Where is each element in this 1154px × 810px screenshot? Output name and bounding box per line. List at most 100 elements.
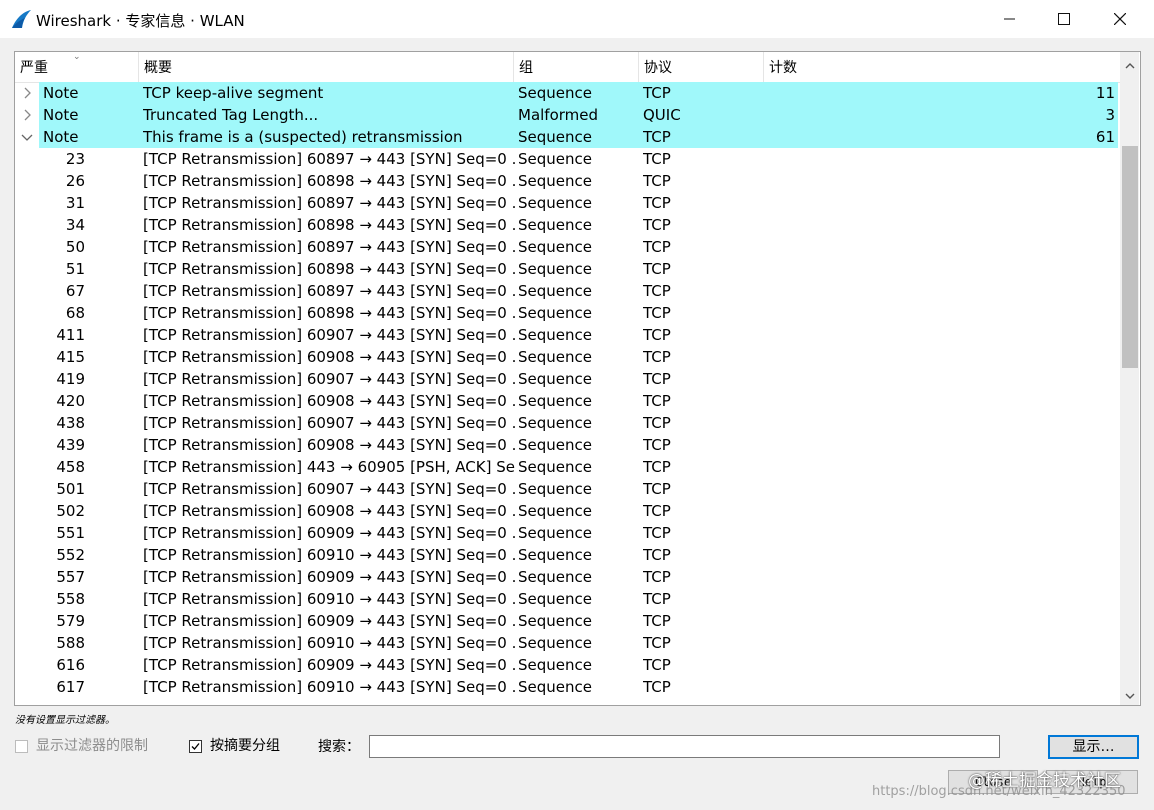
protocol-cell: TCP	[643, 84, 671, 102]
column-header: ⌄ 严重 概要 组 协议 计数	[15, 52, 1120, 83]
packet-row[interactable]: 68 [TCP Retransmission] 60898 → 443 [SYN]…	[15, 302, 1120, 324]
scroll-up-icon[interactable]	[1124, 57, 1136, 69]
packet-number-cell: 26	[65, 172, 85, 190]
protocol-cell: TCP	[643, 590, 671, 608]
expand-chevron-icon[interactable]	[21, 82, 35, 104]
group-row[interactable]: Note This frame is a (suspected) retransm…	[15, 126, 1120, 148]
protocol-cell: TCP	[643, 172, 671, 190]
packet-row[interactable]: 420 [TCP Retransmission] 60908 → 443 [SYN…	[15, 390, 1120, 412]
group-cell: Sequence	[518, 326, 592, 344]
wireshark-fin-icon	[10, 9, 32, 29]
group-by-summary-label: 按摘要分组	[210, 738, 280, 754]
packet-row[interactable]: 67 [TCP Retransmission] 60897 → 443 [SYN]…	[15, 280, 1120, 302]
packet-row[interactable]: 31 [TCP Retransmission] 60897 → 443 [SYN]…	[15, 192, 1120, 214]
severity-cell: Note	[43, 128, 79, 146]
group-cell: Sequence	[518, 348, 592, 366]
severity-cell: Note	[43, 84, 79, 102]
window-title: Wireshark · 专家信息 · WLAN	[36, 12, 245, 30]
search-input[interactable]	[369, 735, 1000, 758]
protocol-cell: TCP	[643, 568, 671, 586]
expert-info-tree[interactable]: ⌄ 严重 概要 组 协议 计数 Note TCP keep-alive segme…	[14, 51, 1141, 706]
group-cell: Sequence	[518, 282, 592, 300]
packet-row[interactable]: 439 [TCP Retransmission] 60908 → 443 [SYN…	[15, 434, 1120, 456]
packet-row[interactable]: 51 [TCP Retransmission] 60898 → 443 [SYN]…	[15, 258, 1120, 280]
scroll-down-icon[interactable]	[1124, 687, 1136, 699]
packet-number-cell: 420	[56, 392, 85, 410]
group-cell: Sequence	[518, 656, 592, 674]
packet-row[interactable]: 588 [TCP Retransmission] 60910 → 443 [SYN…	[15, 632, 1120, 654]
group-cell: Sequence	[518, 480, 592, 498]
summary-cell: [TCP Retransmission] 60909 → 443 [SYN] S…	[143, 568, 515, 586]
column-header-summary[interactable]: 概要	[139, 52, 514, 82]
packet-row[interactable]: 617 [TCP Retransmission] 60910 → 443 [SYN…	[15, 676, 1120, 698]
summary-cell: [TCP Retransmission] 60908 → 443 [SYN] S…	[143, 348, 515, 366]
packet-row[interactable]: 501 [TCP Retransmission] 60907 → 443 [SYN…	[15, 478, 1120, 500]
limit-filter-checkbox[interactable]	[15, 740, 28, 753]
packet-row[interactable]: 34 [TCP Retransmission] 60898 → 443 [SYN]…	[15, 214, 1120, 236]
protocol-cell: TCP	[643, 480, 671, 498]
packet-row[interactable]: 502 [TCP Retransmission] 60908 → 443 [SYN…	[15, 500, 1120, 522]
column-header-count[interactable]: 计数	[764, 52, 1120, 82]
packet-number-cell: 68	[65, 304, 85, 322]
group-cell: Sequence	[518, 524, 592, 542]
packet-number-cell: 616	[56, 656, 85, 674]
packet-row[interactable]: 458 [TCP Retransmission] 443 → 60905 [PSH…	[15, 456, 1120, 478]
summary-cell: [TCP Retransmission] 60910 → 443 [SYN] S…	[143, 678, 515, 696]
summary-cell: [TCP Retransmission] 60908 → 443 [SYN] S…	[143, 436, 515, 454]
group-cell: Sequence	[518, 634, 592, 652]
packet-number-cell: 34	[65, 216, 85, 234]
summary-cell: [TCP Retransmission] 60897 → 443 [SYN] S…	[143, 238, 515, 256]
packet-row[interactable]: 419 [TCP Retransmission] 60907 → 443 [SYN…	[15, 368, 1120, 390]
expand-chevron-icon[interactable]	[21, 104, 35, 126]
close-window-button[interactable]	[1097, 0, 1143, 38]
group-row[interactable]: Note Truncated Tag Length... Malformed QUIC…	[15, 104, 1120, 126]
summary-cell: This frame is a (suspected) retransmissi…	[143, 128, 463, 146]
group-cell: Sequence	[518, 590, 592, 608]
minimize-icon	[1004, 10, 1016, 29]
maximize-button[interactable]	[1041, 0, 1087, 38]
column-header-group[interactable]: 组	[514, 52, 639, 82]
column-header-label: 严重	[20, 60, 48, 76]
protocol-cell: TCP	[643, 194, 671, 212]
packet-row[interactable]: 50 [TCP Retransmission] 60897 → 443 [SYN]…	[15, 236, 1120, 258]
packet-row[interactable]: 552 [TCP Retransmission] 60910 → 443 [SYN…	[15, 544, 1120, 566]
group-cell: Sequence	[518, 458, 592, 476]
column-header-protocol[interactable]: 协议	[639, 52, 764, 82]
packet-number-cell: 31	[65, 194, 85, 212]
packet-number-cell: 557	[56, 568, 85, 586]
summary-cell: [TCP Retransmission] 60909 → 443 [SYN] S…	[143, 612, 515, 630]
protocol-cell: TCP	[643, 370, 671, 388]
vertical-scrollbar[interactable]	[1120, 52, 1139, 705]
tree-rows: Note TCP keep-alive segment Sequence TCP 11 N…	[15, 82, 1120, 698]
packet-row[interactable]: 551 [TCP Retransmission] 60909 → 443 [SYN…	[15, 522, 1120, 544]
packet-number-cell: 51	[65, 260, 85, 278]
summary-cell: [TCP Retransmission] 60907 → 443 [SYN] S…	[143, 414, 515, 432]
column-header-severity[interactable]: ⌄ 严重	[15, 52, 139, 82]
packet-row[interactable]: 26 [TCP Retransmission] 60898 → 443 [SYN]…	[15, 170, 1120, 192]
protocol-cell: TCP	[643, 392, 671, 410]
show-button[interactable]: 显示…	[1048, 735, 1139, 759]
scrollbar-thumb[interactable]	[1122, 146, 1138, 368]
minimize-button[interactable]	[987, 0, 1033, 38]
packet-number-cell: 411	[56, 326, 85, 344]
packet-row[interactable]: 579 [TCP Retransmission] 60909 → 443 [SYN…	[15, 610, 1120, 632]
summary-cell: [TCP Retransmission] 60907 → 443 [SYN] S…	[143, 326, 515, 344]
packet-row[interactable]: 415 [TCP Retransmission] 60908 → 443 [SYN…	[15, 346, 1120, 368]
group-row[interactable]: Note TCP keep-alive segment Sequence TCP 11	[15, 82, 1120, 104]
packet-row[interactable]: 558 [TCP Retransmission] 60910 → 443 [SYN…	[15, 588, 1120, 610]
packet-number-cell: 67	[65, 282, 85, 300]
group-cell: Sequence	[518, 172, 592, 190]
group-cell: Sequence	[518, 216, 592, 234]
packet-row[interactable]: 411 [TCP Retransmission] 60907 → 443 [SYN…	[15, 324, 1120, 346]
summary-cell: [TCP Retransmission] 443 → 60905 [PSH, A…	[143, 458, 515, 476]
group-cell: Sequence	[518, 546, 592, 564]
packet-row[interactable]: 23 [TCP Retransmission] 60897 → 443 [SYN]…	[15, 148, 1120, 170]
group-by-summary-checkbox[interactable]	[189, 740, 202, 753]
packet-row[interactable]: 557 [TCP Retransmission] 60909 → 443 [SYN…	[15, 566, 1120, 588]
packet-row[interactable]: 438 [TCP Retransmission] 60907 → 443 [SYN…	[15, 412, 1120, 434]
summary-cell: [TCP Retransmission] 60898 → 443 [SYN] S…	[143, 172, 515, 190]
collapse-chevron-icon[interactable]	[21, 126, 35, 148]
group-cell: Sequence	[518, 370, 592, 388]
summary-cell: [TCP Retransmission] 60908 → 443 [SYN] S…	[143, 392, 515, 410]
packet-row[interactable]: 616 [TCP Retransmission] 60909 → 443 [SYN…	[15, 654, 1120, 676]
